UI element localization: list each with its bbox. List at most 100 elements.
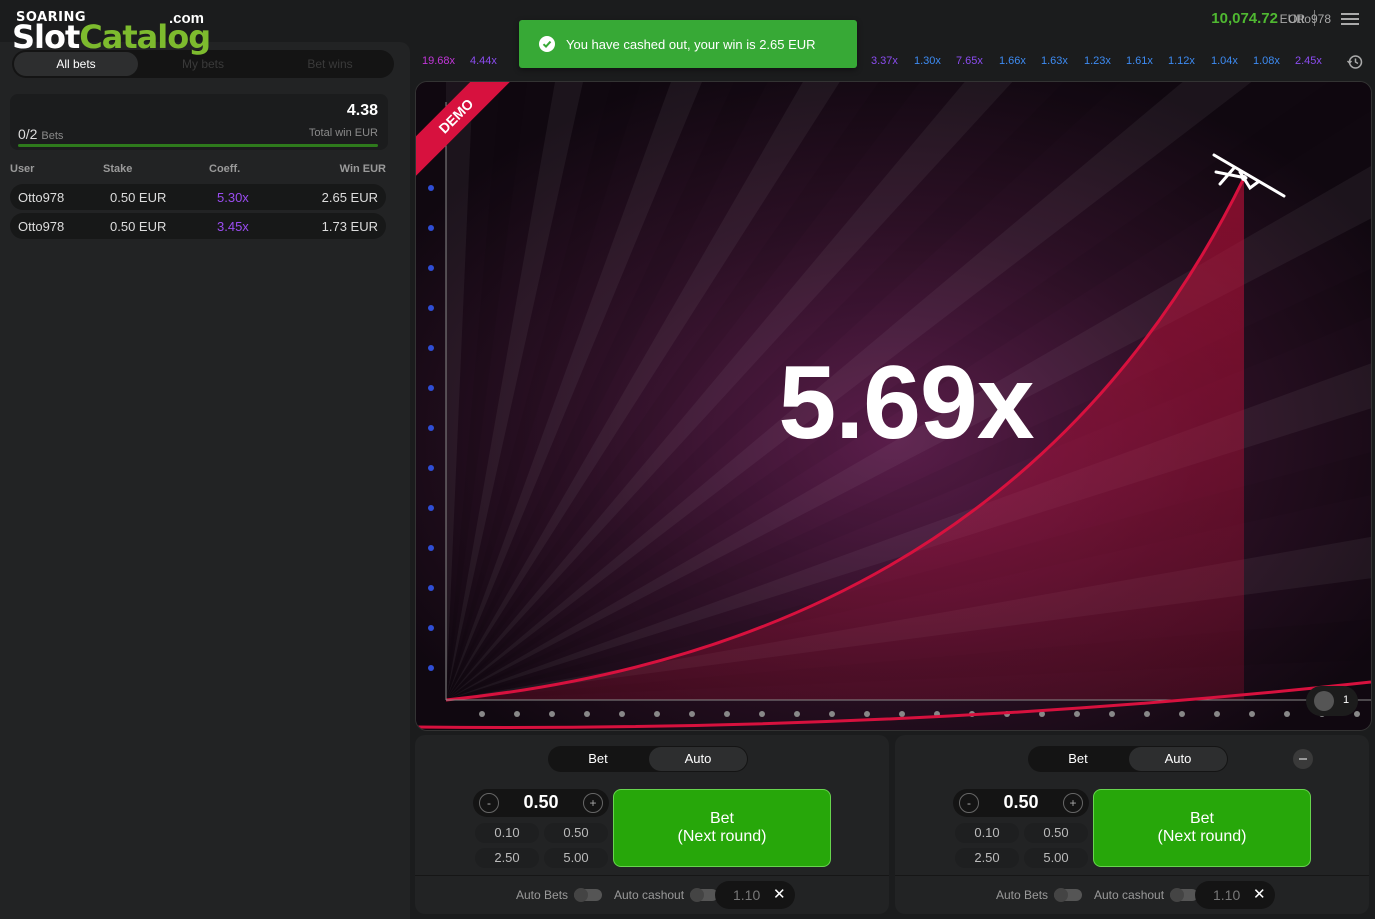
history-item[interactable]: 1.66x [999, 55, 1026, 67]
y-axis-dot [428, 545, 434, 551]
place-bet-button[interactable]: Bet (Next round) [1093, 789, 1311, 867]
quick-stake-button[interactable]: 5.00 [1024, 848, 1088, 868]
increase-stake-button[interactable]: + [1063, 793, 1083, 813]
increase-stake-button[interactable]: + [583, 793, 603, 813]
history-item[interactable]: 1.04x [1211, 55, 1238, 67]
quick-stake-button[interactable]: 0.10 [475, 823, 539, 843]
game-canvas: DEMO 5.69x 1 [415, 81, 1372, 731]
stake-value[interactable]: 0.50 [509, 792, 573, 813]
x-axis-dot [1109, 711, 1115, 717]
bet-button-sublabel: (Next round) [677, 828, 767, 845]
tab-auto[interactable]: Auto [1129, 747, 1227, 771]
user-icon [1314, 691, 1334, 711]
hamburger-menu-icon[interactable] [1341, 13, 1359, 26]
x-axis-dot [1249, 711, 1255, 717]
auto-options: Auto Bets Auto cashout 1.10 ✕ [895, 875, 1369, 915]
brand-logo: SOARING SlotCatalog .com [12, 6, 222, 56]
auto-cashout-value: 1.10 [733, 887, 761, 903]
remove-panel-button[interactable] [1293, 749, 1313, 769]
history-item[interactable]: 4.44x [470, 55, 497, 67]
balance-amount: 10,074.72 [1211, 10, 1278, 27]
y-axis-dot [428, 465, 434, 471]
x-axis-dot [1144, 711, 1150, 717]
x-axis-dot [1179, 711, 1185, 717]
history-item[interactable]: 3.37x [871, 55, 898, 67]
x-axis-dot [549, 711, 555, 717]
history-clock-icon[interactable] [1346, 53, 1364, 71]
clear-icon[interactable]: ✕ [1253, 885, 1266, 903]
current-multiplier: 5.69x [778, 345, 1034, 461]
history-item[interactable]: 7.65x [956, 55, 983, 67]
history-item[interactable]: 1.08x [1253, 55, 1280, 67]
stake-stepper: - 0.50 + [473, 789, 609, 817]
tab-bet[interactable]: Bet [549, 747, 647, 771]
bet-mode-tabs: Bet Auto [1028, 746, 1228, 772]
logo-dotcom: .com [169, 10, 205, 27]
place-bet-button[interactable]: Bet (Next round) [613, 789, 831, 867]
quick-stake-button[interactable]: 0.50 [1024, 823, 1088, 843]
bets-progress-bar [18, 144, 378, 147]
history-item[interactable]: 19.68x [422, 55, 455, 67]
row-user: Otto978 [18, 190, 65, 205]
players-online[interactable]: 1 [1306, 686, 1358, 716]
y-axis-dot [428, 665, 434, 671]
x-axis-dot [654, 711, 660, 717]
bet-button-label: Bet [709, 810, 734, 827]
quick-stake-button[interactable]: 2.50 [475, 848, 539, 868]
clear-icon[interactable]: ✕ [773, 885, 786, 903]
tab-auto[interactable]: Auto [649, 747, 747, 771]
bet-mode-tabs: Bet Auto [548, 746, 748, 772]
auto-cashout-input[interactable]: 1.10 ✕ [715, 881, 795, 909]
column-coeff: Coeff. [209, 163, 241, 175]
quick-stake-button[interactable]: 2.50 [955, 848, 1019, 868]
auto-cashout-label: Auto cashout [614, 888, 685, 902]
x-axis-dot [1354, 711, 1360, 717]
auto-bets-toggle[interactable] [1054, 888, 1082, 902]
x-axis-dot [864, 711, 870, 717]
row-win: 1.73 EUR [321, 219, 378, 234]
x-axis-dot [759, 711, 765, 717]
quick-stake-button[interactable]: 5.00 [544, 848, 608, 868]
x-axis-dot [619, 711, 625, 717]
header-username: Otto978 [1288, 12, 1331, 26]
auto-bets-toggle[interactable] [574, 888, 602, 902]
x-axis-dot [1214, 711, 1220, 717]
auto-bets-label: Auto Bets [996, 888, 1049, 902]
total-win-label: Total win EUR [308, 127, 378, 139]
auto-cashout-toggle[interactable] [1170, 888, 1198, 902]
bets-count-label: Bets [41, 130, 64, 142]
auto-options: Auto Bets Auto cashout 1.10 ✕ [415, 875, 889, 915]
bets-table-header: User Stake Coeff. Win EUR [10, 163, 390, 177]
x-axis-dot [1074, 711, 1080, 717]
history-item[interactable]: 1.30x [914, 55, 941, 67]
auto-cashout-input[interactable]: 1.10 ✕ [1195, 881, 1275, 909]
auto-cashout-toggle[interactable] [690, 888, 718, 902]
toast-message: You have cashed out, your win is 2.65 EU… [566, 37, 816, 52]
quick-stake-button[interactable]: 0.10 [955, 823, 1019, 843]
y-axis-dot [428, 345, 434, 351]
history-item[interactable]: 1.23x [1084, 55, 1111, 67]
tab-bet-wins[interactable]: Bet wins [268, 52, 392, 76]
x-axis-dot [899, 711, 905, 717]
y-axis-dot [428, 185, 434, 191]
tab-bet[interactable]: Bet [1029, 747, 1127, 771]
column-user: User [10, 163, 35, 175]
quick-stake-button[interactable]: 0.50 [544, 823, 608, 843]
stake-value[interactable]: 0.50 [989, 792, 1053, 813]
history-item[interactable]: 1.12x [1168, 55, 1195, 67]
decrease-stake-button[interactable]: - [959, 793, 979, 813]
bet-button-sublabel: (Next round) [1157, 828, 1247, 845]
auto-cashout-label: Auto cashout [1094, 888, 1165, 902]
bets-count: 0/2 Bets [18, 126, 63, 142]
table-row: Otto978 0.50 EUR 3.45x 1.73 EUR [10, 213, 386, 239]
row-coeff: 3.45x [217, 219, 249, 234]
y-axis-dot [428, 505, 434, 511]
decrease-stake-button[interactable]: - [479, 793, 499, 813]
history-item[interactable]: 1.63x [1041, 55, 1068, 67]
y-axis-dot [428, 425, 434, 431]
history-item[interactable]: 1.61x [1126, 55, 1153, 67]
bet-panel-2: Bet Auto - 0.50 + 0.10 0.50 2.50 5.00 Be… [895, 735, 1369, 914]
history-item[interactable]: 2.45x [1295, 55, 1322, 67]
auto-bets-label: Auto Bets [516, 888, 569, 902]
x-axis-dot [794, 711, 800, 717]
